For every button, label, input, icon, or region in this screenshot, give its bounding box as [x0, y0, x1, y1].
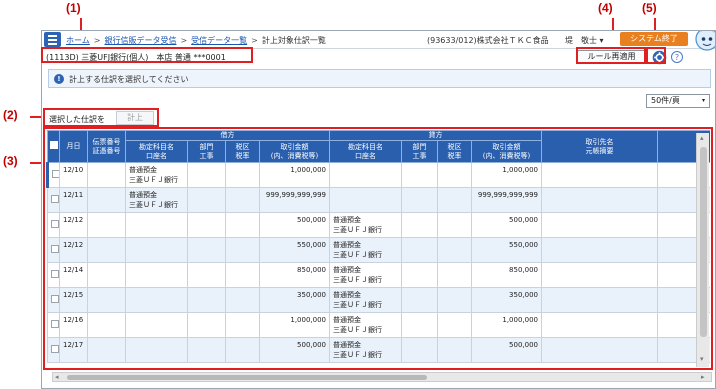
highlight-3-table	[43, 127, 713, 370]
scroll-left-icon[interactable]: ◂	[55, 373, 59, 382]
company-name: (93633/012)株式会社ＴＫＣ食品	[427, 36, 549, 45]
breadcrumb-separator: >	[93, 36, 101, 45]
user-menu[interactable]: 堤 敬士 ▾	[565, 35, 604, 46]
callout-1: (1)	[66, 1, 81, 15]
horizontal-scroll-thumb[interactable]	[67, 375, 427, 380]
breadcrumb-separator: >	[180, 36, 188, 45]
user-name: 堤 敬士	[565, 36, 597, 45]
info-icon: !	[54, 74, 64, 84]
breadcrumb: ホーム > 銀行信販データ受信 > 受信データ一覧 > 計上対象仕訳一覧	[66, 35, 326, 46]
chevron-down-icon: ▾	[701, 97, 705, 104]
page-size-value: 50件/頁	[651, 96, 680, 105]
hamburger-menu-icon[interactable]	[44, 32, 61, 47]
info-message: 計上する仕訳を選択してください	[69, 75, 189, 84]
horizontal-scrollbar[interactable]: ◂ ▸	[52, 372, 712, 382]
highlight-4-rule	[576, 47, 646, 64]
highlight-2-selection	[43, 108, 159, 127]
highlight-1-account	[41, 47, 253, 63]
page-size-select[interactable]: 50件/頁 ▾	[646, 94, 710, 108]
breadcrumb-home[interactable]: ホーム	[66, 36, 90, 45]
breadcrumb-received-list[interactable]: 受信データ一覧	[191, 36, 247, 45]
callout-3: (3)	[3, 154, 18, 168]
chevron-down-icon: ▾	[599, 36, 604, 45]
breadcrumb-current: 計上対象仕訳一覧	[261, 36, 326, 45]
system-end-button[interactable]: システム終了	[620, 32, 688, 46]
mascot-icon	[695, 31, 715, 51]
callout-5: (5)	[642, 1, 657, 15]
help-icon[interactable]: ?	[671, 51, 683, 63]
callout-4: (4)	[598, 1, 613, 15]
highlight-5-gear	[646, 47, 666, 64]
breadcrumb-separator: >	[251, 36, 258, 45]
info-banner: ! 計上する仕訳を選択してください	[48, 69, 711, 88]
breadcrumb-bank-receive[interactable]: 銀行信販データ受信	[104, 36, 176, 45]
scroll-right-icon[interactable]: ▸	[701, 373, 705, 382]
callout-2: (2)	[3, 108, 18, 122]
